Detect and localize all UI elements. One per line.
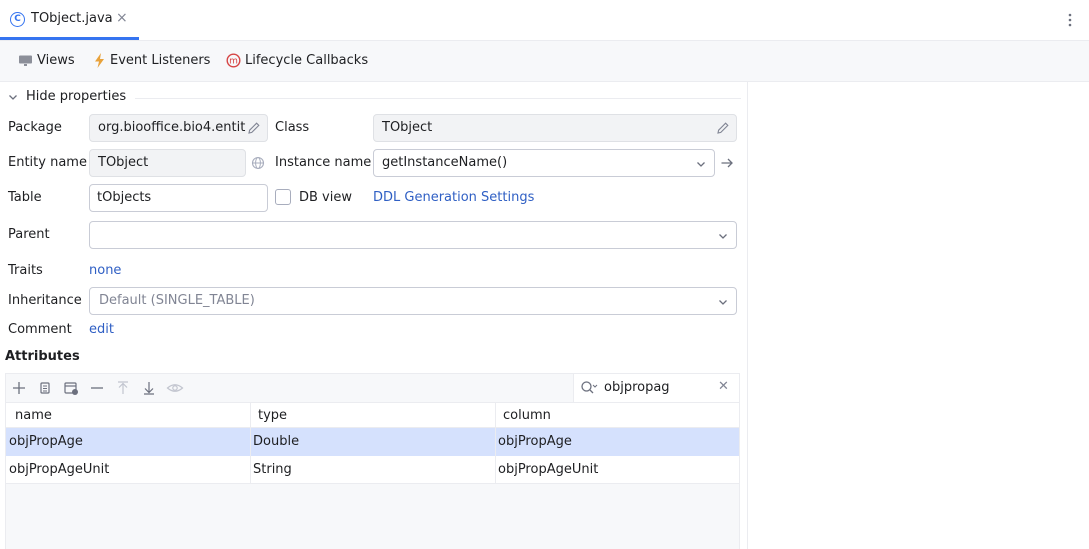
lightning-icon bbox=[95, 53, 104, 68]
pencil-icon[interactable] bbox=[247, 121, 261, 135]
comment-edit-link[interactable]: edit bbox=[89, 322, 114, 337]
package-label: Package bbox=[8, 120, 62, 135]
table-label: Table bbox=[8, 190, 42, 205]
entity-name-field[interactable]: TObject bbox=[89, 149, 246, 177]
entity-name-value: TObject bbox=[98, 155, 149, 170]
tab-tobject-java[interactable]: C TObject.java × bbox=[0, 0, 139, 41]
add-icon[interactable] bbox=[11, 380, 27, 396]
chevron-down-icon bbox=[719, 300, 727, 305]
eye-icon[interactable] bbox=[166, 380, 184, 396]
table-row[interactable]: objPropAgeUnit String objPropAgeUnit bbox=[6, 456, 739, 484]
arrow-right-icon[interactable] bbox=[720, 156, 734, 170]
instance-name-label: Instance name bbox=[275, 155, 372, 170]
class-value: TObject bbox=[382, 120, 433, 135]
close-icon[interactable]: × bbox=[116, 10, 128, 26]
column-header-type[interactable]: type bbox=[258, 408, 287, 423]
hide-properties-toggle[interactable]: Hide properties bbox=[8, 89, 126, 104]
table-row[interactable]: objPropAge Double objPropAge bbox=[6, 428, 739, 456]
search-value: objpropag bbox=[604, 380, 670, 395]
instance-name-value: getInstanceName() bbox=[382, 155, 508, 170]
event-listeners-button[interactable]: Event Listeners bbox=[93, 53, 210, 68]
tab-label: TObject.java bbox=[31, 11, 113, 26]
class-field[interactable]: TObject bbox=[373, 114, 737, 142]
globe-icon[interactable] bbox=[251, 156, 265, 170]
entity-name-label: Entity name bbox=[8, 155, 87, 170]
parent-label: Parent bbox=[8, 227, 50, 242]
monitor-icon bbox=[19, 55, 32, 66]
table-header bbox=[6, 403, 739, 428]
column-divider[interactable] bbox=[495, 403, 496, 483]
cell-name: objPropAgeUnit bbox=[9, 462, 110, 477]
lifecycle-callbacks-button[interactable]: m Lifecycle Callbacks bbox=[226, 53, 368, 68]
more-vertical-icon[interactable] bbox=[1064, 12, 1076, 28]
traits-label: Traits bbox=[8, 263, 43, 278]
class-label: Class bbox=[275, 120, 310, 135]
cell-column: objPropAgeUnit bbox=[498, 462, 599, 477]
copy-icon[interactable] bbox=[37, 380, 53, 396]
move-up-icon[interactable] bbox=[115, 380, 131, 396]
views-label: Views bbox=[37, 53, 75, 68]
views-button[interactable]: Views bbox=[18, 53, 75, 68]
chevron-down-icon bbox=[9, 94, 17, 100]
column-header-name[interactable]: name bbox=[15, 408, 52, 423]
cell-type: String bbox=[253, 462, 292, 477]
cell-type: Double bbox=[253, 434, 300, 449]
column-header-column[interactable]: column bbox=[503, 408, 551, 423]
inheritance-value: Default (SINGLE_TABLE) bbox=[99, 293, 255, 308]
details-panel bbox=[747, 82, 1089, 549]
db-view-checkbox[interactable] bbox=[275, 189, 291, 205]
ddl-generation-settings-link[interactable]: DDL Generation Settings bbox=[373, 190, 534, 205]
lifecycle-callbacks-label: Lifecycle Callbacks bbox=[245, 53, 369, 68]
hide-properties-label: Hide properties bbox=[26, 89, 127, 104]
instance-name-select[interactable]: getInstanceName() bbox=[373, 149, 715, 177]
add-reference-icon[interactable] bbox=[63, 380, 79, 396]
pencil-icon[interactable] bbox=[716, 121, 730, 135]
chevron-down-icon bbox=[719, 234, 727, 239]
active-tab-indicator bbox=[0, 37, 139, 40]
lifecycle-m-icon: m bbox=[226, 53, 241, 68]
clear-search-icon[interactable]: ✕ bbox=[718, 379, 729, 394]
traits-link[interactable]: none bbox=[89, 263, 121, 278]
cell-column: objPropAge bbox=[498, 434, 572, 449]
remove-icon[interactable] bbox=[89, 380, 105, 396]
class-icon: C bbox=[10, 12, 25, 27]
table-empty-area bbox=[6, 484, 739, 549]
search-icon bbox=[581, 381, 598, 394]
chevron-down-icon bbox=[697, 162, 705, 167]
editor-tab-bar bbox=[0, 0, 1089, 41]
section-divider bbox=[135, 98, 741, 99]
db-view-label: DB view bbox=[299, 190, 352, 205]
package-field[interactable]: org.biooffice.bio4.entit bbox=[89, 114, 268, 142]
move-down-icon[interactable] bbox=[141, 380, 157, 396]
column-divider[interactable] bbox=[250, 403, 251, 483]
svg-text:m: m bbox=[229, 57, 238, 67]
attributes-title: Attributes bbox=[5, 349, 80, 364]
event-listeners-label: Event Listeners bbox=[110, 53, 211, 68]
table-name-value: tObjects bbox=[97, 190, 152, 205]
inheritance-select[interactable]: Default (SINGLE_TABLE) bbox=[89, 287, 737, 315]
inheritance-label: Inheritance bbox=[8, 293, 82, 308]
comment-label: Comment bbox=[8, 322, 72, 337]
package-value: org.biooffice.bio4.entit bbox=[98, 120, 246, 135]
cell-name: objPropAge bbox=[9, 434, 83, 449]
parent-select[interactable] bbox=[89, 221, 737, 249]
table-name-input[interactable]: tObjects bbox=[89, 184, 268, 212]
